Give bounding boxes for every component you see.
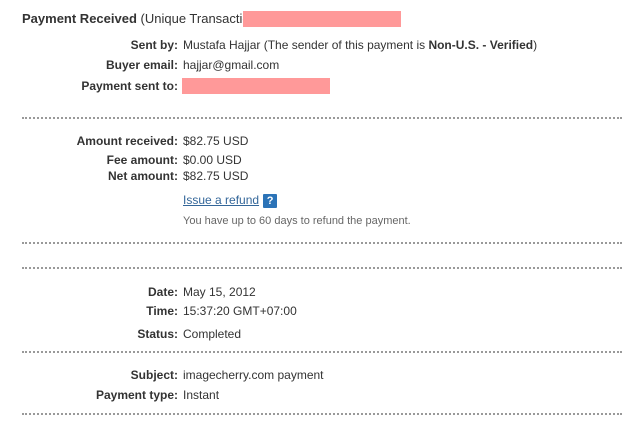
transaction-id-redaction (243, 11, 401, 27)
divider (22, 413, 622, 415)
refund-note: You have up to 60 days to refund the pay… (183, 215, 411, 227)
status-label: Status: (137, 327, 178, 341)
sender-verification-status: Non-U.S. - Verified (428, 38, 534, 52)
status-value: Completed (183, 327, 242, 341)
amount-received-value: $82.75 USD (183, 134, 249, 148)
net-amount-value: $82.75 USD (183, 169, 249, 183)
refund-row: Issue a refund? (183, 193, 278, 208)
buyer-email-value: hajjar@gmail.com (183, 58, 280, 72)
divider (22, 117, 622, 119)
sent-by-value: Mustafa Hajjar (The sender of this payme… (183, 38, 537, 52)
divider (22, 242, 622, 244)
payment-sent-to-label: Payment sent to: (81, 79, 178, 93)
divider (22, 351, 622, 353)
page-title: Payment Received (Unique Transaction (22, 11, 257, 26)
fee-amount-label: Fee amount: (106, 153, 178, 167)
issue-refund-link[interactable]: Issue a refund (183, 193, 259, 207)
page-title-bold: Payment Received (22, 11, 137, 26)
net-amount-label: Net amount: (108, 169, 178, 183)
amount-received-label: Amount received: (76, 134, 178, 148)
buyer-email-label: Buyer email: (105, 58, 178, 72)
sender-close-paren: ) (533, 38, 538, 52)
subject-label: Subject: (130, 368, 178, 382)
payment-type-value: Instant (183, 388, 220, 402)
fee-amount-value: $0.00 USD (183, 153, 242, 167)
time-value: 15:37:20 GMT+07:00 (183, 304, 297, 318)
help-icon[interactable]: ? (263, 193, 278, 208)
time-label: Time: (146, 304, 178, 318)
page-title-rest: (Unique Transaction (136, 11, 257, 26)
payment-type-label: Payment type: (95, 388, 178, 402)
sent-by-label: Sent by: (130, 38, 178, 52)
payment-sent-to-redaction (182, 78, 330, 94)
subject-value: imagecherry.com payment (183, 368, 324, 382)
sender-name: Mustafa Hajjar (The sender of this payme… (183, 38, 429, 52)
date-value: May 15, 2012 (183, 285, 256, 299)
divider (22, 267, 622, 269)
date-label: Date: (147, 285, 178, 299)
